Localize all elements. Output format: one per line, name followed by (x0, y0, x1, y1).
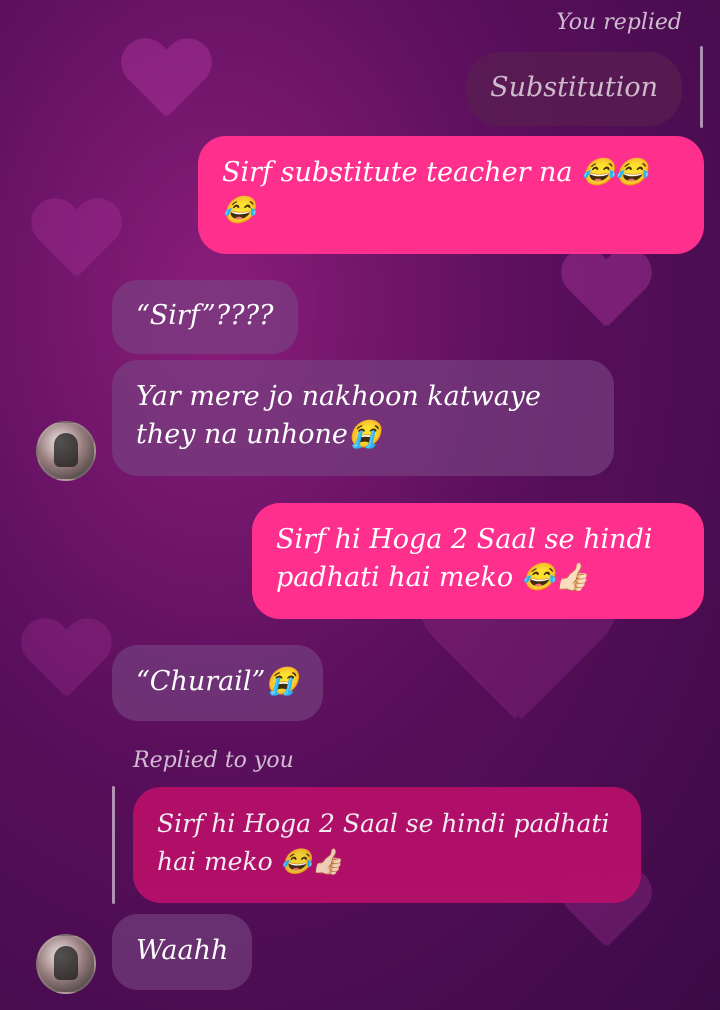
message-bubble-outgoing[interactable]: Sirf hi Hoga 2 Saal se hindi padhati hai… (252, 503, 704, 619)
background-heart (560, 250, 650, 330)
message-text: “Sirf”???? (136, 300, 274, 331)
quoted-message-bubble[interactable]: Sirf hi Hoga 2 Saal se hindi padhati hai… (133, 787, 641, 903)
message-bubble-incoming[interactable]: “Churail”😭 (112, 645, 323, 721)
background-heart (30, 200, 120, 280)
contact-avatar[interactable] (36, 934, 96, 994)
message-text: Waahh (136, 935, 229, 966)
background-heart (20, 620, 110, 700)
message-text: Sirf substitute teacher na 😂😂😂 (222, 157, 649, 226)
quoted-message-text: Sirf hi Hoga 2 Saal se hindi padhati hai… (157, 809, 610, 876)
message-bubble-incoming[interactable]: Waahh (112, 914, 253, 990)
reply-label-incoming: Replied to you (133, 748, 294, 773)
reply-label-outgoing: You replied (556, 10, 682, 35)
message-bubble-outgoing[interactable]: Sirf substitute teacher na 😂😂😂 (198, 136, 704, 254)
background-heart (120, 40, 210, 120)
reply-indicator-bar (700, 46, 703, 128)
message-bubble-incoming[interactable]: “Sirf”???? (112, 280, 298, 354)
message-bubble-incoming[interactable]: Yar mere jo nakhoon katwaye they na unho… (112, 360, 614, 476)
reply-indicator-bar (112, 786, 115, 904)
message-text: Yar mere jo nakhoon katwaye they na unho… (136, 381, 542, 450)
quoted-message-bubble[interactable]: Substitution (466, 52, 682, 126)
quoted-message-text: Substitution (490, 72, 658, 103)
message-text: “Churail”😭 (136, 666, 299, 697)
message-text: Sirf hi Hoga 2 Saal se hindi padhati hai… (276, 524, 653, 593)
contact-avatar[interactable] (36, 421, 96, 481)
